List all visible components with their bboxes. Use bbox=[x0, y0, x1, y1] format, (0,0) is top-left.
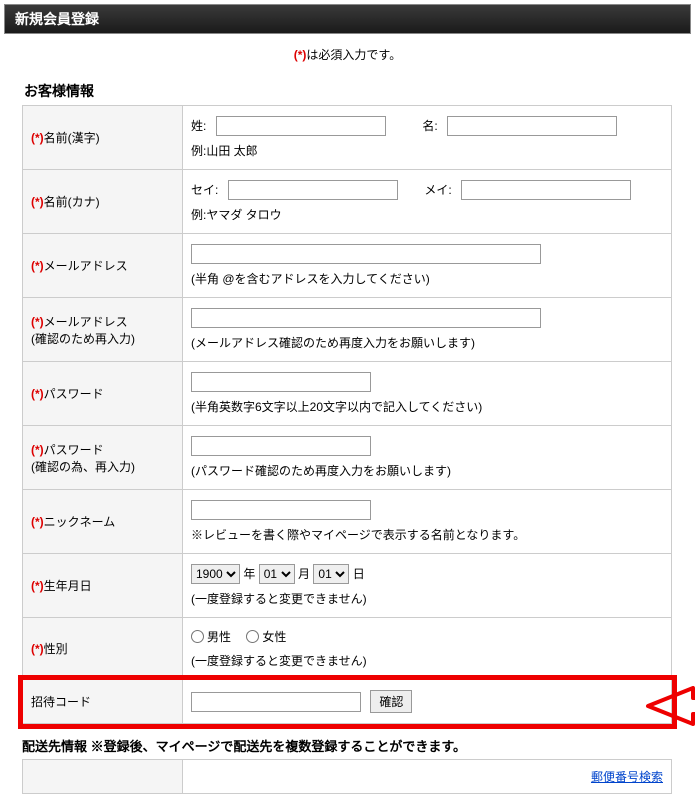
row-postal-field: 郵便番号検索 bbox=[183, 760, 672, 794]
invite-code-row-highlight: 招待コード 確認 bbox=[23, 680, 672, 724]
row-email-field: (半角 @を含むアドレスを入力してください) bbox=[183, 234, 672, 298]
row-name-kanji-field: 姓: 名: 例:山田 太郎 bbox=[183, 106, 672, 170]
row-password-label: (*)パスワード bbox=[23, 362, 183, 426]
postal-search-link[interactable]: 郵便番号検索 bbox=[591, 770, 663, 784]
row-email-label: (*)メールアドレス bbox=[23, 234, 183, 298]
row-nickname-field: ※レビューを書く際やマイページで表示する名前となります。 bbox=[183, 490, 672, 554]
section-shipping-title: 配送先情報 ※登録後、マイページで配送先を複数登録することができます。 bbox=[0, 724, 695, 759]
row-invite-label: 招待コード bbox=[23, 680, 183, 724]
row-birthday-label: (*)生年月日 bbox=[23, 554, 183, 618]
row-name-kana-label: (*)名前(カナ) bbox=[23, 170, 183, 234]
gender-male-option[interactable]: 男性 bbox=[191, 628, 231, 645]
invite-confirm-button[interactable]: 確認 bbox=[370, 690, 412, 713]
row-password-confirm-label: (*)パスワード (確認の為、再入力) bbox=[23, 426, 183, 490]
customer-form-table: (*)名前(漢字) 姓: 名: 例:山田 太郎 (*)名前(カナ) セイ: メイ… bbox=[22, 105, 672, 724]
required-mark: (*) bbox=[294, 48, 307, 62]
arrow-left-icon bbox=[643, 686, 695, 726]
password-confirm-input[interactable] bbox=[191, 436, 371, 456]
row-gender-field: 男性 女性 (一度登録すると変更できません) bbox=[183, 618, 672, 680]
row-email-confirm-field: (メールアドレス確認のため再度入力をお願いします) bbox=[183, 298, 672, 362]
birthday-day-select[interactable]: 01 bbox=[313, 564, 349, 584]
section-customer-title: お客様情報 bbox=[0, 81, 695, 105]
row-name-kana-field: セイ: メイ: 例:ヤマダ タロウ bbox=[183, 170, 672, 234]
row-nickname-label: (*)ニックネーム bbox=[23, 490, 183, 554]
row-invite-field: 確認 bbox=[183, 680, 672, 724]
nickname-input[interactable] bbox=[191, 500, 371, 520]
shipping-form-table: 郵便番号検索 bbox=[22, 759, 672, 794]
row-gender-label: (*)性別 bbox=[23, 618, 183, 680]
firstname-kana-input[interactable] bbox=[461, 180, 631, 200]
row-email-confirm-label: (*)メールアドレス (確認のため再入力) bbox=[23, 298, 183, 362]
email-input[interactable] bbox=[191, 244, 541, 264]
gender-female-option[interactable]: 女性 bbox=[246, 628, 286, 645]
row-name-kanji-label: (*)名前(漢字) bbox=[23, 106, 183, 170]
page-title-bar: 新規会員登録 bbox=[4, 4, 691, 34]
row-birthday-field: 1900 年 01 月 01 日 (一度登録すると変更できません) bbox=[183, 554, 672, 618]
page-title: 新規会員登録 bbox=[15, 11, 99, 27]
row-postal-label bbox=[23, 760, 183, 794]
row-password-field: (半角英数字6文字以上20文字以内で記入してください) bbox=[183, 362, 672, 426]
firstname-kanji-input[interactable] bbox=[447, 116, 617, 136]
birthday-year-select[interactable]: 1900 bbox=[191, 564, 240, 584]
gender-male-radio[interactable] bbox=[191, 630, 204, 643]
invite-code-input[interactable] bbox=[191, 692, 361, 712]
gender-female-radio[interactable] bbox=[246, 630, 259, 643]
password-input[interactable] bbox=[191, 372, 371, 392]
required-note: (*)は必須入力です。 bbox=[0, 38, 695, 81]
lastname-kanji-input[interactable] bbox=[216, 116, 386, 136]
row-password-confirm-field: (パスワード確認のため再度入力をお願いします) bbox=[183, 426, 672, 490]
birthday-month-select[interactable]: 01 bbox=[259, 564, 295, 584]
email-confirm-input[interactable] bbox=[191, 308, 541, 328]
lastname-kana-input[interactable] bbox=[228, 180, 398, 200]
